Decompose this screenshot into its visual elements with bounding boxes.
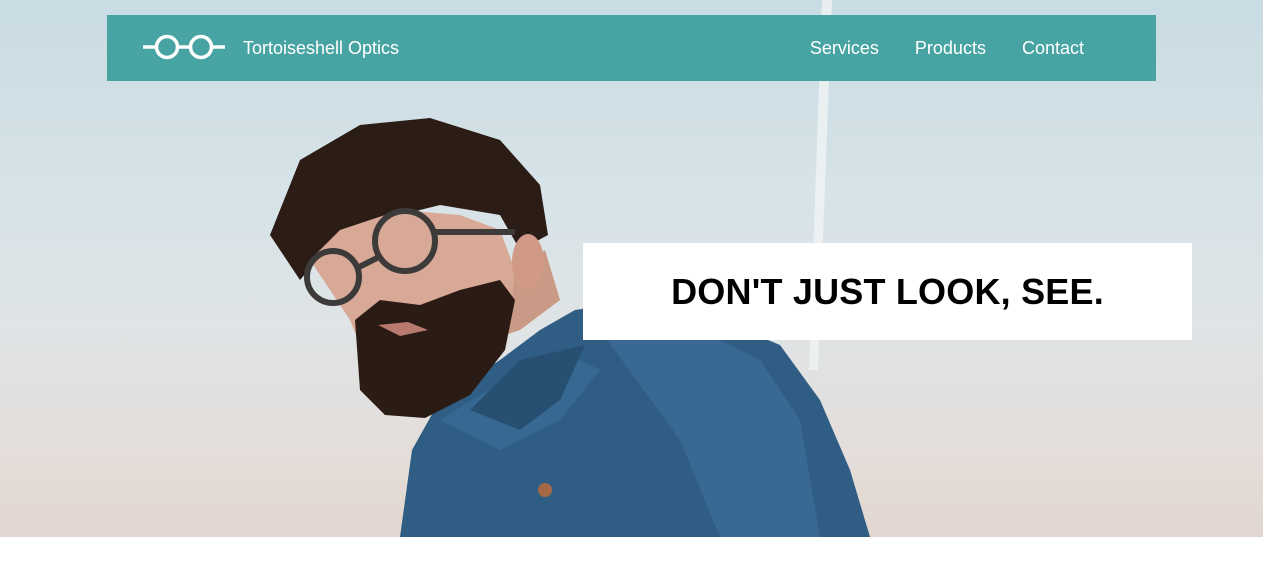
navbar: Tortoiseshell Optics Services Products C… <box>107 15 1156 81</box>
hero-tagline: DON'T JUST LOOK, SEE. <box>671 270 1104 312</box>
nav-link-services[interactable]: Services <box>810 37 879 59</box>
tagline-box: DON'T JUST LOOK, SEE. <box>583 243 1192 340</box>
nav-menu: Services Products Contact <box>810 37 1084 59</box>
nav-link-products[interactable]: Products <box>915 37 986 59</box>
nav-link-contact[interactable]: Contact <box>1022 37 1084 59</box>
shirt-button <box>538 483 552 497</box>
glasses-icon[interactable] <box>143 32 225 62</box>
brand-name[interactable]: Tortoiseshell Optics <box>243 37 399 59</box>
hero-section: Tortoiseshell Optics Services Products C… <box>0 0 1263 537</box>
